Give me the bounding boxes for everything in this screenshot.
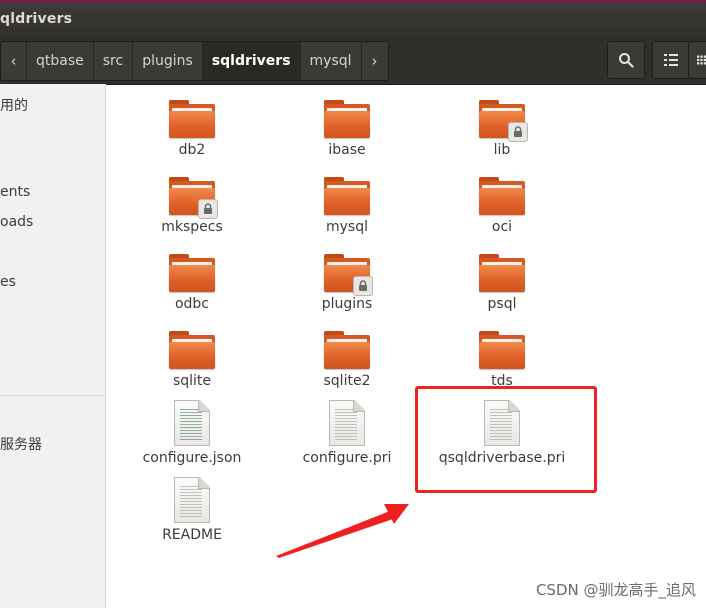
sidebar-divider [0, 395, 105, 396]
breadcrumb-sqldrivers[interactable]: sqldrivers [202, 42, 301, 80]
folder-icon [324, 177, 370, 215]
folder-icon [324, 254, 373, 296]
file-name: configure.pri [302, 450, 392, 466]
breadcrumb-plugins[interactable]: plugins [133, 42, 203, 80]
sidebar-item-servers[interactable]: 服务器 [0, 434, 42, 454]
file-name: oci [491, 219, 513, 235]
file-item[interactable]: mkspecs [127, 177, 257, 235]
file-item[interactable]: db2 [127, 100, 257, 158]
forward-button[interactable]: › [362, 42, 388, 80]
file-name: sqlite [172, 373, 212, 389]
title-bar: qldrivers [0, 0, 706, 38]
folder-icon [479, 331, 525, 369]
folder-icon [324, 331, 370, 369]
file-item[interactable]: plugins [282, 254, 412, 312]
folder-icon [169, 177, 218, 219]
sidebar-item-documents[interactable]: ents [0, 184, 30, 200]
file-item[interactable]: psql [437, 254, 567, 312]
file-item[interactable]: mysql [282, 177, 412, 235]
folder-icon [169, 331, 215, 369]
search-icon [619, 53, 634, 68]
sidebar-item-downloads[interactable]: oads [0, 214, 33, 230]
breadcrumb-src[interactable]: src [94, 42, 134, 80]
folder-icon [479, 177, 525, 215]
breadcrumb: ‹ qtbase src plugins sqldrivers mysql › [0, 41, 389, 81]
breadcrumb-mysql[interactable]: mysql [301, 42, 362, 80]
path-bar: ‹ qtbase src plugins sqldrivers mysql › [0, 38, 706, 85]
folder-icon [324, 100, 370, 138]
file-name: sqlite2 [323, 373, 371, 389]
file-item[interactable]: configure.pri [282, 400, 412, 466]
json-file-icon [174, 400, 210, 446]
folder-icon [169, 254, 215, 292]
watermark: CSDN @驯龙高手_追风 [535, 581, 696, 599]
lock-icon [198, 199, 218, 219]
file-name: README [162, 527, 222, 543]
grid-view-icon [697, 55, 706, 65]
text-file-icon [174, 477, 210, 523]
file-item[interactable]: sqlite2 [282, 331, 412, 389]
lock-icon [508, 122, 528, 142]
folder-icon [479, 254, 525, 292]
file-name: db2 [178, 142, 206, 158]
highlight-box [415, 386, 597, 493]
file-name: lib [493, 142, 511, 158]
sidebar-item-pictures[interactable]: es [0, 274, 16, 290]
list-view-button[interactable] [652, 41, 690, 79]
window-title: qldrivers [0, 11, 73, 27]
file-name: mysql [326, 219, 368, 235]
file-name: plugins [321, 296, 373, 312]
file-name: mkspecs [161, 219, 223, 235]
file-name: ibase [328, 142, 366, 158]
sidebar: 用的 ents oads es 服务器 [0, 84, 106, 608]
breadcrumb-qtbase[interactable]: qtbase [27, 42, 94, 80]
file-name: odbc [174, 296, 210, 312]
lock-icon [353, 276, 373, 296]
back-button[interactable]: ‹ [1, 42, 27, 80]
file-item[interactable]: oci [437, 177, 567, 235]
list-view-icon [664, 54, 678, 66]
file-item[interactable]: ibase [282, 100, 412, 158]
file-item[interactable]: lib [437, 100, 567, 158]
file-item[interactable]: tds [437, 331, 567, 389]
file-item[interactable]: odbc [127, 254, 257, 312]
file-item[interactable]: configure.json [127, 400, 257, 466]
folder-icon [479, 100, 528, 142]
file-item[interactable]: sqlite [127, 331, 257, 389]
file-name: configure.json [142, 450, 242, 466]
file-name: psql [487, 296, 517, 312]
search-button[interactable] [607, 41, 645, 79]
text-file-icon [329, 400, 365, 446]
grid-view-button[interactable] [688, 41, 706, 79]
file-item[interactable]: README [127, 477, 257, 543]
sidebar-item-recent[interactable]: 用的 [0, 95, 28, 115]
folder-icon [169, 100, 215, 138]
file-grid: db2 ibase lib mkspecs mysql oci odbc plu… [107, 84, 706, 608]
